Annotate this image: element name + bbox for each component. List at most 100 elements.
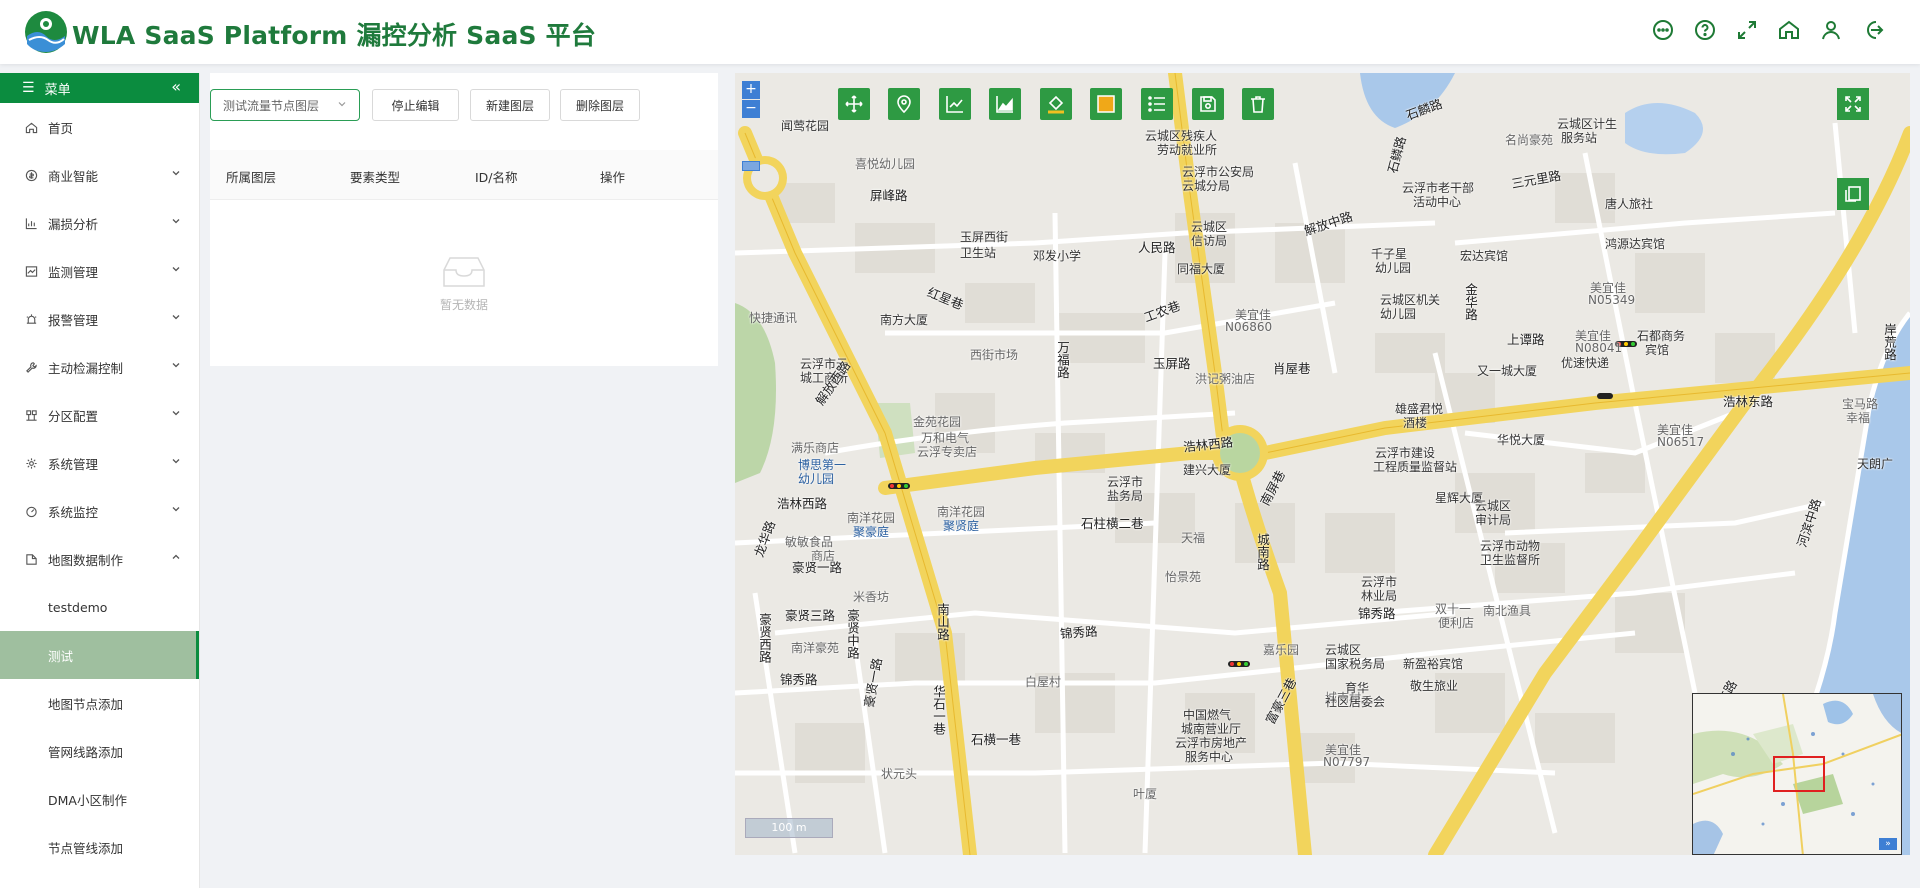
map-label: 聚贤庭 — [943, 519, 980, 533]
map-label: 岸荒路 — [1882, 323, 1897, 361]
map-label: 盐务局 — [1107, 489, 1144, 503]
map-label: 酒楼 — [1403, 416, 1428, 430]
list-tool-button[interactable] — [1141, 88, 1173, 120]
location-tool-button[interactable] — [888, 88, 920, 120]
help-icon[interactable] — [1690, 15, 1720, 45]
column-header: 要素类型 — [350, 170, 401, 185]
message-icon[interactable] — [1648, 15, 1678, 45]
home-icon[interactable] — [1774, 15, 1804, 45]
sidebar-subitem-pipeline-add[interactable]: 管网线路添加 — [0, 727, 199, 775]
delete-layer-button[interactable]: 删除图层 — [560, 89, 640, 121]
empty-box-icon — [443, 257, 485, 287]
area-chart-tool-button[interactable] — [989, 88, 1021, 120]
map-label: 唐人旅社 — [1605, 197, 1654, 211]
zoom-out-button[interactable]: − — [742, 100, 760, 118]
new-layer-button[interactable]: 新建图层 — [470, 89, 550, 121]
save-icon — [1200, 96, 1216, 112]
sidebar-subitem-node-pipe-add[interactable]: 节点管线添加 — [0, 823, 199, 871]
sidebar-item-active-leak-control[interactable]: 主动检漏控制 — [0, 343, 199, 391]
sidebar-subitem-map-node-add[interactable]: 地图节点添加 — [0, 679, 199, 727]
chevron-down-icon — [172, 363, 180, 368]
map-label: 名尚豪苑 — [1505, 133, 1554, 147]
map-label: 满乐商店 — [791, 441, 840, 455]
map-label: 锦秀路 — [1358, 606, 1396, 621]
user-icon[interactable] — [1816, 15, 1846, 45]
sidebar-item-business-intelligence[interactable]: 商业智能 — [0, 151, 199, 199]
collapse-sidebar-icon[interactable]: « — [171, 77, 181, 96]
sidebar-subitem-dma-make[interactable]: DMA小区制作 — [0, 775, 199, 823]
sidebar-item-system-management[interactable]: 系统管理 — [0, 439, 199, 487]
zoom-in-button[interactable]: + — [742, 81, 760, 99]
location-pin-icon — [897, 95, 911, 114]
menu-header: ☰ 菜单 « — [0, 73, 199, 103]
map-label: 林业局 — [1361, 589, 1398, 603]
sidebar-item-system-monitor[interactable]: 系统监控 — [0, 487, 199, 535]
polygon-tool-button[interactable] — [1090, 88, 1122, 120]
list-icon — [1148, 96, 1165, 112]
fullscreen-icon[interactable] — [1732, 15, 1762, 45]
sidebar-item-alarm[interactable]: 报警管理 — [0, 295, 199, 343]
map-fullscreen-button[interactable] — [1837, 88, 1869, 120]
overview-toggle-icon[interactable]: » — [1879, 838, 1897, 850]
delete-tool-button[interactable] — [1242, 88, 1274, 120]
fill-tool-button[interactable] — [1040, 88, 1072, 120]
layer-panel: 测试流量节点图层 停止编辑 新建图层 删除图层 所属图层 要素类型 ID/名称 … — [210, 73, 718, 366]
overview-extent-box[interactable] — [1773, 756, 1825, 792]
map-label: 叶厦 — [1133, 787, 1158, 801]
chevron-down-icon — [172, 315, 180, 320]
map-label: 城南路 — [1255, 533, 1270, 571]
map-label: 卫生监督所 — [1480, 553, 1541, 567]
paint-bucket-icon — [1048, 95, 1064, 114]
bar-chart-icon — [24, 216, 38, 230]
wrench-icon — [24, 360, 38, 374]
sidebar-subitem-label: 节点管线添加 — [48, 840, 124, 856]
map-label: 南山路 — [935, 603, 950, 641]
sidebar-item-partition-config[interactable]: 分区配置 — [0, 391, 199, 439]
map-view[interactable]: 屏峰路 闻莺花园 喜悦幼儿园 玉屏西街 卫生站 邓发小学 人民路 红星巷 南方大… — [735, 73, 1910, 855]
zoom-slider[interactable] — [742, 161, 760, 171]
copy-icon — [1845, 186, 1861, 202]
map-label: 白屋村 — [1025, 675, 1062, 689]
empty-state: 暂无数据 — [210, 200, 718, 366]
sidebar-item-map-data[interactable]: 地图数据制作 — [0, 535, 199, 583]
map-label: 幸福 — [1846, 411, 1871, 425]
sidebar-item-leak-analysis[interactable]: 漏损分析 — [0, 199, 199, 247]
map-label: 华悦大厦 — [1497, 433, 1546, 447]
sidebar-item-label: 地图数据制作 — [48, 552, 124, 568]
line-chart-tool-button[interactable] — [939, 88, 971, 120]
pan-tool-button[interactable] — [838, 88, 870, 120]
save-tool-button[interactable] — [1192, 88, 1224, 120]
overview-map[interactable]: » — [1692, 693, 1902, 855]
sidebar-subitem-test[interactable]: 测试 — [0, 631, 199, 679]
sidebar-item-label: 商业智能 — [48, 168, 99, 184]
map-label: 状元头 — [881, 767, 918, 781]
map-label: 天朗广 — [1857, 457, 1894, 471]
logout-icon[interactable] — [1858, 15, 1888, 45]
sidebar-item-home[interactable]: 首页 — [0, 103, 199, 151]
map-label: 华石一巷 — [931, 685, 946, 735]
sidebar-item-label: 主动检漏控制 — [48, 360, 124, 376]
layer-switch-button[interactable] — [1837, 178, 1869, 210]
sidebar-item-monitoring[interactable]: 监测管理 — [0, 247, 199, 295]
gear-icon — [24, 456, 38, 470]
partition-icon — [24, 408, 38, 422]
map-label: 屏峰路 — [870, 188, 908, 203]
map-label: 玉屏西街 — [960, 230, 1009, 244]
stop-edit-button[interactable]: 停止编辑 — [372, 89, 459, 121]
map-label: 又一城大厦 — [1477, 364, 1538, 378]
map-label: 米香坊 — [853, 590, 890, 604]
map-label: 豪贤三路 — [785, 608, 836, 623]
chevron-down-icon — [172, 459, 180, 464]
map-label: N06860 — [1225, 320, 1273, 334]
sidebar-subitem-testdemo[interactable]: testdemo — [0, 583, 199, 631]
map-label: N08041 — [1575, 341, 1623, 355]
chevron-down-icon — [172, 411, 180, 416]
map-label: 豪贤中路 — [845, 609, 860, 659]
map-label: 石横一巷 — [971, 732, 1022, 747]
map-label: 豪贤西路 — [757, 613, 772, 663]
sidebar-subitem-label: 地图节点添加 — [48, 696, 124, 712]
map-label: 商店 — [811, 549, 836, 563]
map-label: 鸿源达宾馆 — [1605, 237, 1666, 251]
layer-select[interactable]: 测试流量节点图层 — [210, 89, 360, 121]
sidebar-item-label: 系统监控 — [48, 504, 99, 520]
